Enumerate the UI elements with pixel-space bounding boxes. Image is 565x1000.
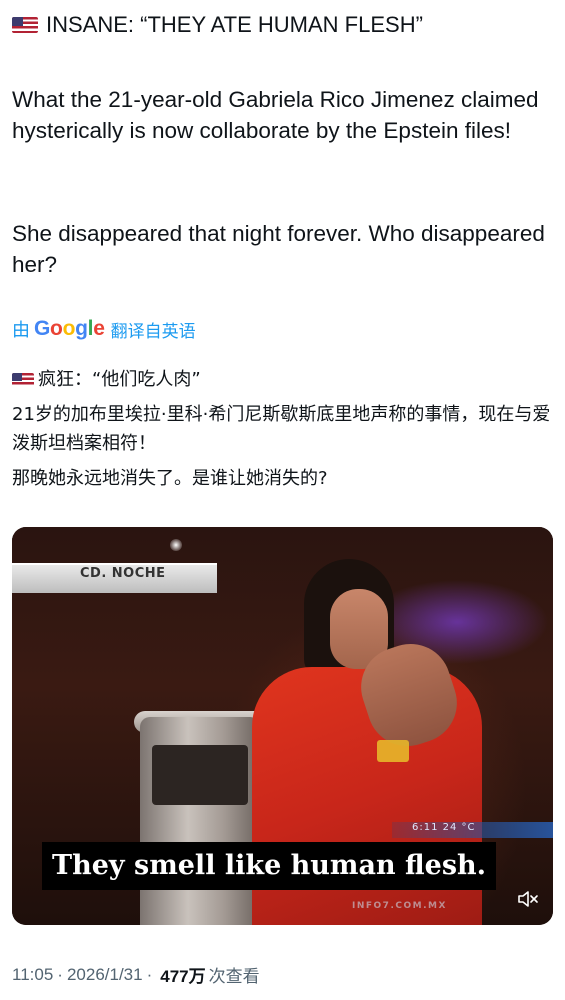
meta-separator: · (146, 964, 153, 984)
post-header: INSANE: “THEY ATE HUMAN FLESH” (12, 10, 552, 40)
translated-title-line: 疯狂：“他们吃人肉” (12, 366, 552, 394)
post-card: INSANE: “THEY ATE HUMAN FLESH” What the … (0, 0, 565, 1000)
translation-attribution[interactable]: 由 Google 翻译自英语 (12, 316, 196, 342)
post-meta: 11:05 · 2026/1/31 · 477万 次查看 (12, 962, 260, 988)
post-title-line: INSANE: “THEY ATE HUMAN FLESH” (12, 10, 552, 40)
post-paragraph-1: What the 21-year-old Gabriela Rico Jimen… (12, 87, 539, 143)
info-overlay-text: 6:11 24 °C (412, 822, 476, 833)
translated-paragraph-1: 21岁的加布里埃拉·里科·希门尼斯歇斯底里地声称的事情，现在与爱泼斯坦档案相符！ (12, 404, 551, 454)
us-flag-icon (12, 373, 34, 387)
translated-from-label: 翻译自英语 (110, 321, 196, 341)
translated-paragraph-2: 那晚她永远地消失了。是谁让她消失的? (12, 468, 328, 489)
trash-bin-slot (152, 745, 248, 805)
post-title: INSANE: “THEY ATE HUMAN FLESH” (46, 12, 423, 37)
us-flag-icon (12, 17, 38, 33)
video-player[interactable]: CD. NOCHE 6:11 24 °C INFO7.COM.MX They s… (12, 527, 553, 925)
meta-separator: · (57, 964, 63, 984)
shirt-emblem (377, 740, 409, 762)
video-watermark: INFO7.COM.MX (352, 901, 447, 911)
post-time[interactable]: 11:05 (12, 965, 53, 985)
video-subtitle: They smell like human flesh. (42, 842, 497, 890)
post-date[interactable]: 2026/1/31 (67, 965, 143, 985)
google-logo: Google (34, 317, 105, 340)
translated-title: 疯狂：“他们吃人肉” (38, 369, 201, 390)
ceiling-light (170, 539, 182, 551)
translated-content: 疯狂：“他们吃人肉” 21岁的加布里埃拉·里科·希门尼斯歇斯底里地声称的事情，现… (12, 366, 552, 493)
speaker-muted-icon[interactable] (516, 889, 540, 909)
view-count-label: 次查看 (208, 967, 260, 987)
channel-label: CD. NOCHE (80, 566, 166, 581)
translated-by-label: 由 (12, 320, 30, 340)
view-count: 477万 (160, 967, 206, 986)
post-paragraph-2: She disappeared that night forever. Who … (12, 221, 545, 277)
